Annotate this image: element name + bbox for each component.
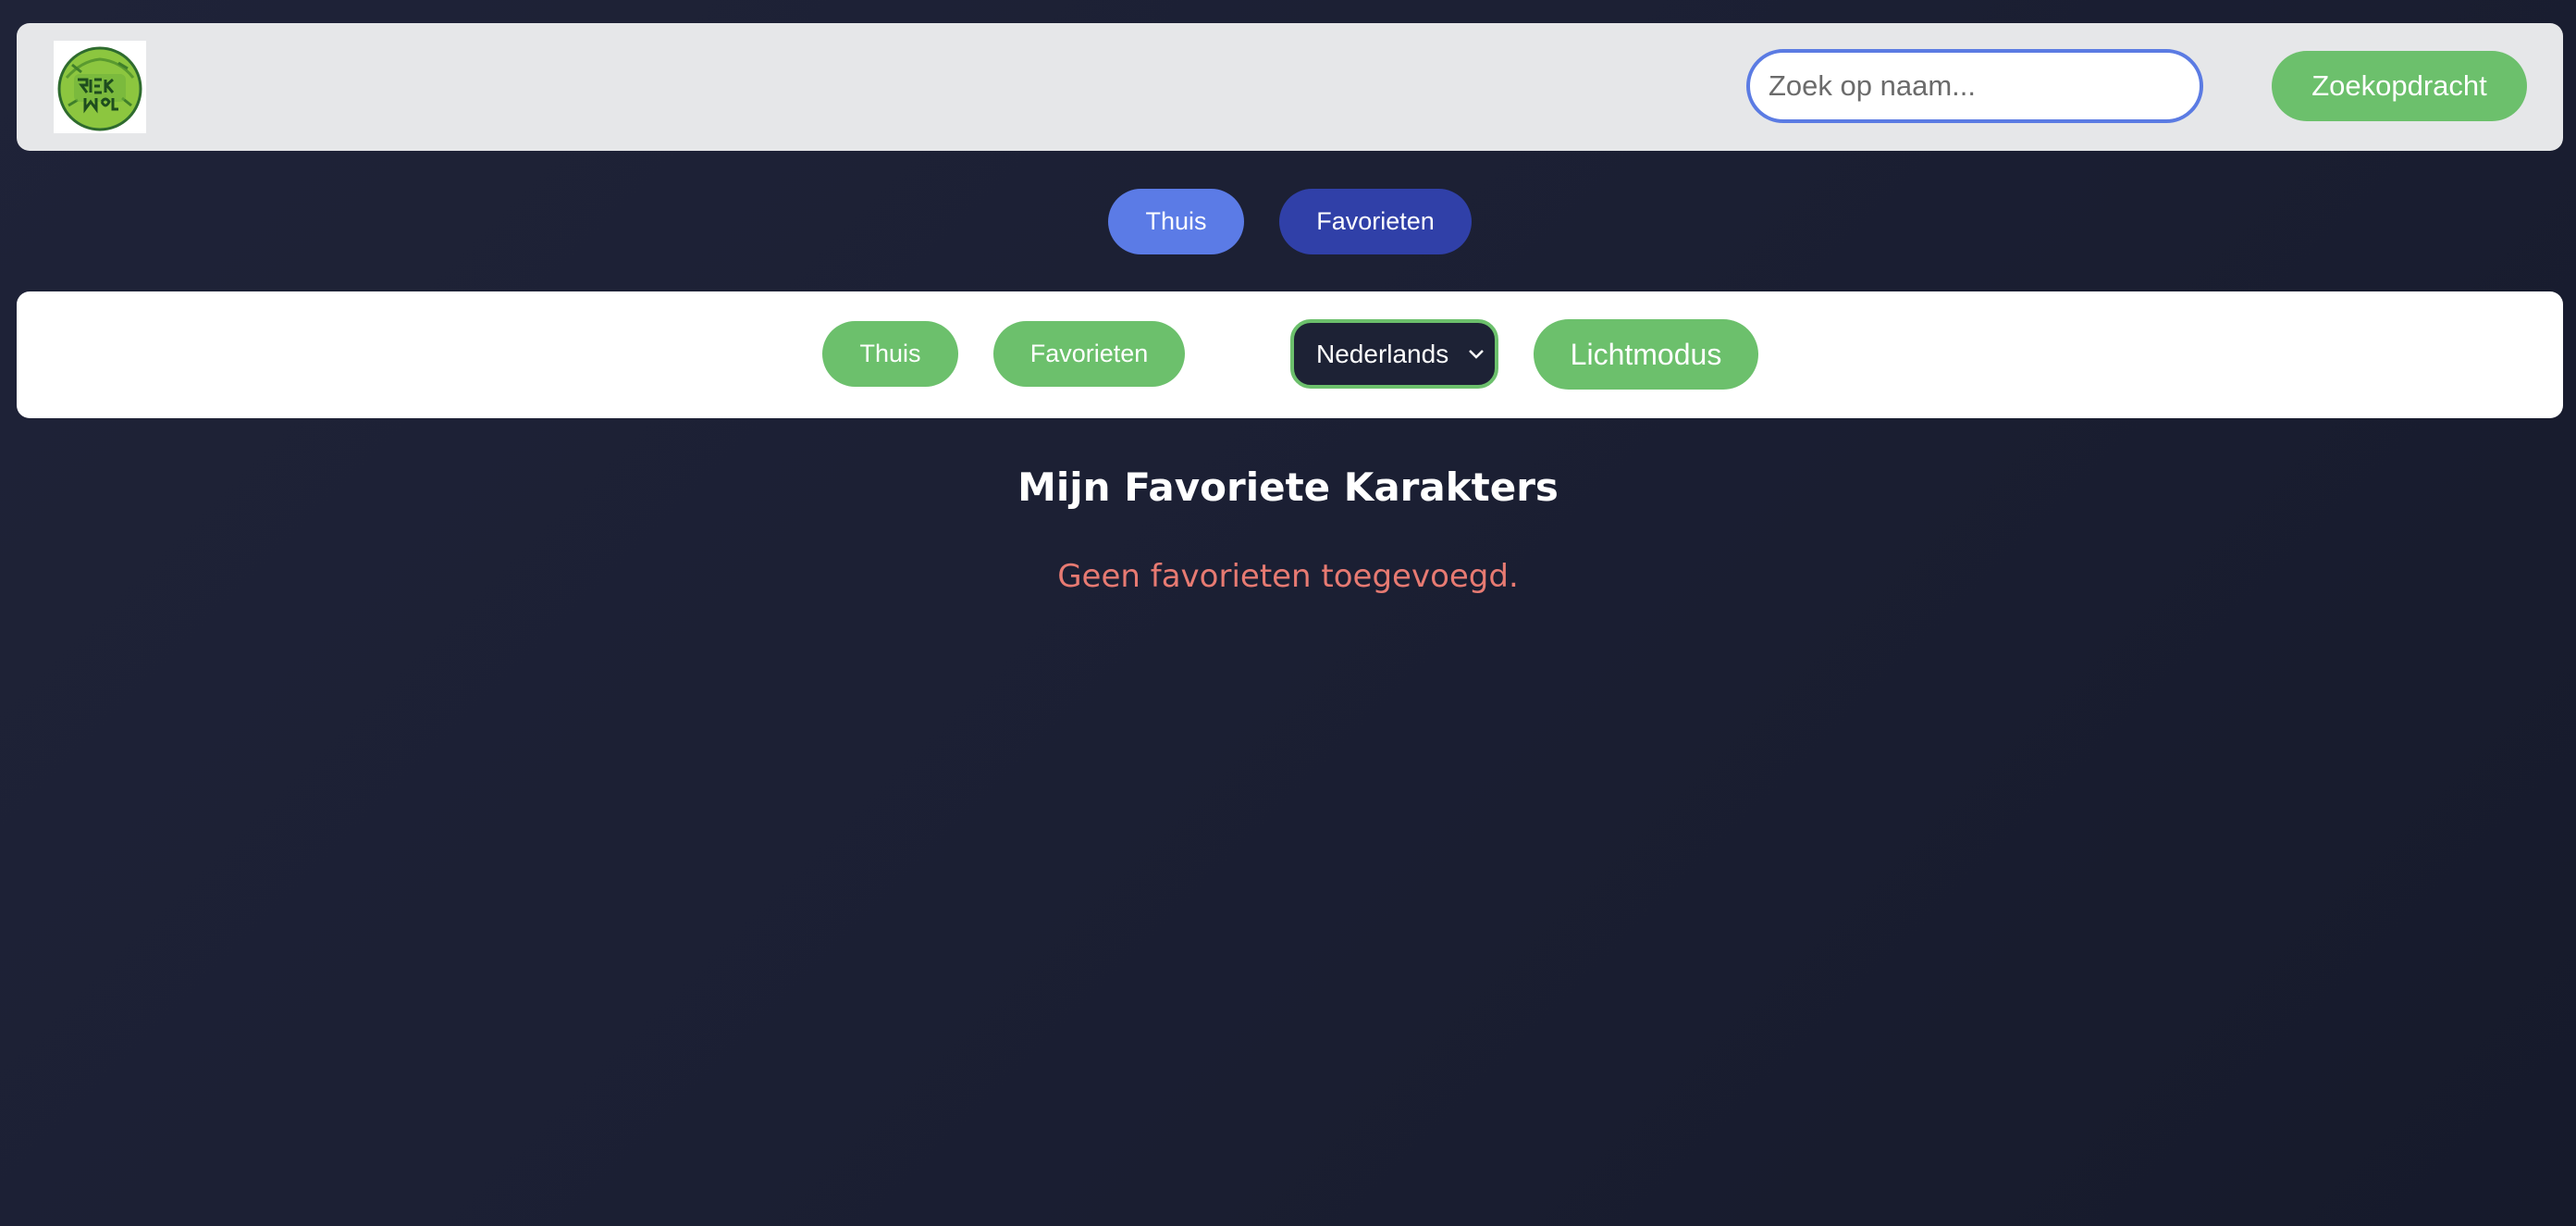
toolbar-home-button[interactable]: Thuis bbox=[822, 321, 958, 387]
top-header: Zoekopdracht bbox=[17, 23, 2563, 151]
search-input[interactable] bbox=[1746, 49, 2203, 123]
rick-and-morty-logo[interactable] bbox=[54, 41, 146, 133]
logo-icon bbox=[57, 46, 142, 131]
chevron-down-icon bbox=[1467, 323, 1485, 385]
toolbar-favorites-button[interactable]: Favorieten bbox=[993, 321, 1185, 387]
nav-favorites-button[interactable]: Favorieten bbox=[1279, 189, 1472, 254]
light-mode-toggle-button[interactable]: Lichtmodus bbox=[1534, 319, 1758, 390]
nav-home-button[interactable]: Thuis bbox=[1108, 189, 1244, 254]
empty-favorites-message: Geen favorieten toegevoegd. bbox=[1057, 558, 1519, 595]
language-select[interactable]: Nederlands bbox=[1290, 319, 1498, 389]
language-select-value: Nederlands bbox=[1316, 340, 1449, 368]
search-button[interactable]: Zoekopdracht bbox=[2272, 51, 2527, 121]
toolbar: Thuis Favorieten Nederlands Lichtmodus bbox=[17, 291, 2563, 418]
page-title: Mijn Favoriete Karakters bbox=[1017, 464, 1559, 510]
